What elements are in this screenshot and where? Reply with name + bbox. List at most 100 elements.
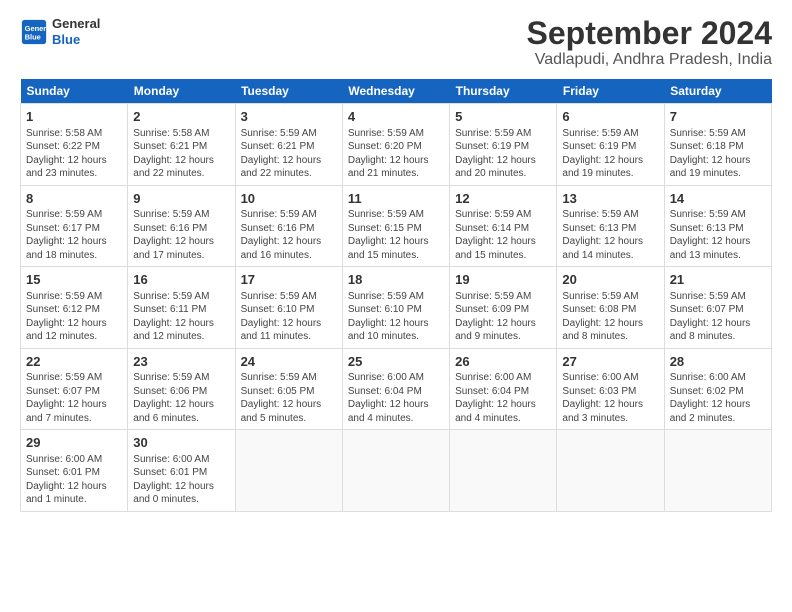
table-row: 28Sunrise: 6:00 AM Sunset: 6:02 PM Dayli…: [664, 348, 771, 430]
day-info: Sunrise: 5:59 AM Sunset: 6:12 PM Dayligh…: [26, 290, 122, 344]
table-row: [664, 430, 771, 512]
day-number: 17: [241, 271, 337, 289]
table-row: [450, 430, 557, 512]
calendar-week-5: 29 Sunrise: 6:00 AM Sunset: 6:01 PM Dayli…: [21, 430, 772, 512]
col-saturday: Saturday: [664, 79, 771, 104]
table-row: 22Sunrise: 5:59 AM Sunset: 6:07 PM Dayli…: [21, 348, 128, 430]
table-row: 17Sunrise: 5:59 AM Sunset: 6:10 PM Dayli…: [235, 267, 342, 349]
col-thursday: Thursday: [450, 79, 557, 104]
day-number: 12: [455, 190, 551, 208]
table-row: 14Sunrise: 5:59 AM Sunset: 6:13 PM Dayli…: [664, 185, 771, 267]
table-row: 29Sunrise: 6:00 AM Sunset: 6:01 PM Dayli…: [21, 430, 128, 512]
day-info: Sunrise: 5:59 AM Sunset: 6:14 PM Dayligh…: [455, 208, 551, 262]
day-info: Sunrise: 6:00 AM Sunset: 6:03 PM Dayligh…: [562, 371, 658, 425]
col-sunday: Sunday: [21, 79, 128, 104]
day-info: Sunrise: 5:59 AM Sunset: 6:10 PM Dayligh…: [241, 290, 337, 344]
table-row: [235, 430, 342, 512]
day-number: 8: [26, 190, 122, 208]
day-info: Sunrise: 5:59 AM Sunset: 6:07 PM Dayligh…: [670, 290, 766, 344]
calendar-week-3: 15Sunrise: 5:59 AM Sunset: 6:12 PM Dayli…: [21, 267, 772, 349]
table-row: [342, 430, 449, 512]
day-info: Sunrise: 6:00 AM Sunset: 6:02 PM Dayligh…: [670, 371, 766, 425]
logo-line2: Blue: [52, 32, 100, 48]
month-title: September 2024: [527, 16, 772, 51]
calendar-table: Sunday Monday Tuesday Wednesday Thursday…: [20, 79, 772, 512]
calendar-week-4: 22Sunrise: 5:59 AM Sunset: 6:07 PM Dayli…: [21, 348, 772, 430]
table-row: 20Sunrise: 5:59 AM Sunset: 6:08 PM Dayli…: [557, 267, 664, 349]
day-number: 7: [670, 108, 766, 126]
day-number: 30: [133, 434, 229, 452]
day-number: 29: [26, 434, 122, 452]
day-number: 15: [26, 271, 122, 289]
day-info: Sunrise: 5:59 AM Sunset: 6:06 PM Dayligh…: [133, 371, 229, 425]
day-number: 16: [133, 271, 229, 289]
day-number: 25: [348, 353, 444, 371]
day-number: 10: [241, 190, 337, 208]
col-wednesday: Wednesday: [342, 79, 449, 104]
logo-text: General Blue: [52, 16, 100, 47]
table-row: 19Sunrise: 5:59 AM Sunset: 6:09 PM Dayli…: [450, 267, 557, 349]
day-info: Sunrise: 5:59 AM Sunset: 6:08 PM Dayligh…: [562, 290, 658, 344]
day-info: Sunrise: 6:00 AM Sunset: 6:04 PM Dayligh…: [455, 371, 551, 425]
location-title: Vadlapudi, Andhra Pradesh, India: [527, 51, 772, 69]
logo-line1: General: [52, 16, 100, 32]
logo-icon: General Blue: [20, 18, 48, 46]
day-number: 3: [241, 108, 337, 126]
day-info: Sunrise: 5:59 AM Sunset: 6:19 PM Dayligh…: [455, 127, 551, 181]
table-row: 4Sunrise: 5:59 AM Sunset: 6:20 PM Daylig…: [342, 104, 449, 186]
day-info: Sunrise: 5:59 AM Sunset: 6:17 PM Dayligh…: [26, 208, 122, 262]
table-row: 11Sunrise: 5:59 AM Sunset: 6:15 PM Dayli…: [342, 185, 449, 267]
table-row: 30Sunrise: 6:00 AM Sunset: 6:01 PM Dayli…: [128, 430, 235, 512]
table-row: 6Sunrise: 5:59 AM Sunset: 6:19 PM Daylig…: [557, 104, 664, 186]
day-info: Sunrise: 5:58 AM Sunset: 6:21 PM Dayligh…: [133, 127, 229, 181]
table-row: 27Sunrise: 6:00 AM Sunset: 6:03 PM Dayli…: [557, 348, 664, 430]
table-row: 26Sunrise: 6:00 AM Sunset: 6:04 PM Dayli…: [450, 348, 557, 430]
day-number: 18: [348, 271, 444, 289]
calendar-week-1: 1Sunrise: 5:58 AM Sunset: 6:22 PM Daylig…: [21, 104, 772, 186]
day-number: 11: [348, 190, 444, 208]
table-row: 25Sunrise: 6:00 AM Sunset: 6:04 PM Dayli…: [342, 348, 449, 430]
calendar-week-2: 8Sunrise: 5:59 AM Sunset: 6:17 PM Daylig…: [21, 185, 772, 267]
day-number: 14: [670, 190, 766, 208]
day-info: Sunrise: 5:59 AM Sunset: 6:16 PM Dayligh…: [133, 208, 229, 262]
day-info: Sunrise: 5:59 AM Sunset: 6:20 PM Dayligh…: [348, 127, 444, 181]
table-row: 3Sunrise: 5:59 AM Sunset: 6:21 PM Daylig…: [235, 104, 342, 186]
day-info: Sunrise: 5:59 AM Sunset: 6:10 PM Dayligh…: [348, 290, 444, 344]
day-number: 1: [26, 108, 122, 126]
day-info: Sunrise: 5:58 AM Sunset: 6:22 PM Dayligh…: [26, 127, 122, 181]
day-number: 9: [133, 190, 229, 208]
main-container: General Blue General Blue September 2024…: [0, 0, 792, 522]
day-number: 19: [455, 271, 551, 289]
svg-text:Blue: Blue: [25, 32, 41, 41]
table-row: 12Sunrise: 5:59 AM Sunset: 6:14 PM Dayli…: [450, 185, 557, 267]
day-number: 6: [562, 108, 658, 126]
day-info: Sunrise: 5:59 AM Sunset: 6:09 PM Dayligh…: [455, 290, 551, 344]
header: General Blue General Blue September 2024…: [20, 16, 772, 69]
day-info: Sunrise: 5:59 AM Sunset: 6:11 PM Dayligh…: [133, 290, 229, 344]
table-row: 9Sunrise: 5:59 AM Sunset: 6:16 PM Daylig…: [128, 185, 235, 267]
title-section: September 2024 Vadlapudi, Andhra Pradesh…: [527, 16, 772, 69]
day-number: 20: [562, 271, 658, 289]
table-row: 7Sunrise: 5:59 AM Sunset: 6:18 PM Daylig…: [664, 104, 771, 186]
table-row: 24Sunrise: 5:59 AM Sunset: 6:05 PM Dayli…: [235, 348, 342, 430]
table-row: 1Sunrise: 5:58 AM Sunset: 6:22 PM Daylig…: [21, 104, 128, 186]
day-number: 5: [455, 108, 551, 126]
table-row: 18Sunrise: 5:59 AM Sunset: 6:10 PM Dayli…: [342, 267, 449, 349]
day-number: 2: [133, 108, 229, 126]
day-info: Sunrise: 5:59 AM Sunset: 6:21 PM Dayligh…: [241, 127, 337, 181]
day-info: Sunrise: 5:59 AM Sunset: 6:15 PM Dayligh…: [348, 208, 444, 262]
day-number: 4: [348, 108, 444, 126]
day-info: Sunrise: 5:59 AM Sunset: 6:07 PM Dayligh…: [26, 371, 122, 425]
day-info: Sunrise: 5:59 AM Sunset: 6:13 PM Dayligh…: [670, 208, 766, 262]
day-info: Sunrise: 5:59 AM Sunset: 6:13 PM Dayligh…: [562, 208, 658, 262]
table-row: 5Sunrise: 5:59 AM Sunset: 6:19 PM Daylig…: [450, 104, 557, 186]
table-row: 13Sunrise: 5:59 AM Sunset: 6:13 PM Dayli…: [557, 185, 664, 267]
day-number: 13: [562, 190, 658, 208]
day-number: 24: [241, 353, 337, 371]
col-monday: Monday: [128, 79, 235, 104]
table-row: 15Sunrise: 5:59 AM Sunset: 6:12 PM Dayli…: [21, 267, 128, 349]
day-info: Sunrise: 5:59 AM Sunset: 6:05 PM Dayligh…: [241, 371, 337, 425]
logo: General Blue General Blue: [20, 16, 100, 47]
day-info: Sunrise: 6:00 AM Sunset: 6:01 PM Dayligh…: [133, 453, 229, 507]
col-tuesday: Tuesday: [235, 79, 342, 104]
